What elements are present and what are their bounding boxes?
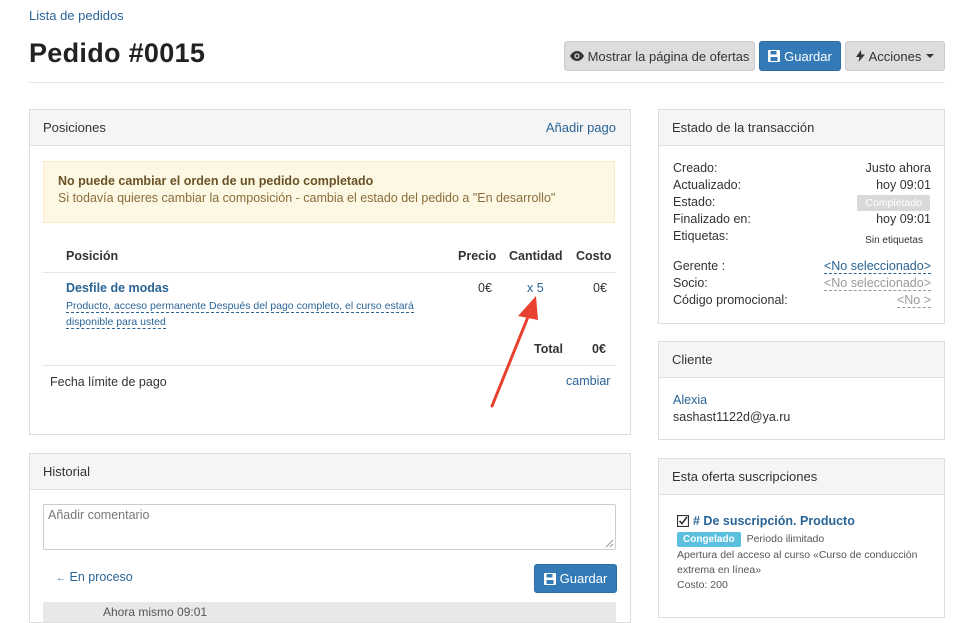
annotation-arrow-icon bbox=[490, 296, 538, 408]
transaction-panel-header: Estado de la transacción bbox=[659, 110, 944, 146]
item-description: Producto, acceso permanente Después del … bbox=[66, 298, 414, 330]
caret-down-icon bbox=[926, 54, 935, 58]
comment-save-button[interactable]: Guardar bbox=[534, 564, 617, 593]
promo-code-select[interactable]: <No > bbox=[896, 293, 931, 308]
item-description-line1: Producto, acceso permanente Después del … bbox=[66, 300, 414, 313]
alert-title: No puede cambiar el orden de un pedido c… bbox=[58, 174, 374, 188]
floppy-icon bbox=[768, 50, 781, 62]
subscription-desc-line2: extrema en línea» bbox=[677, 564, 762, 576]
status-label: Estado: bbox=[673, 195, 716, 209]
client-panel-header: Cliente bbox=[659, 342, 944, 378]
page-title: Pedido #0015 bbox=[29, 38, 206, 68]
item-cost: 0€ bbox=[593, 281, 607, 295]
status-badge: Completado bbox=[857, 195, 930, 211]
status-in-progress-link[interactable]: ← En proceso bbox=[56, 570, 133, 584]
history-title: Historial bbox=[43, 464, 90, 479]
checkbox-checked-icon bbox=[677, 515, 689, 527]
comment-input[interactable] bbox=[43, 504, 616, 550]
item-description-line2: disponible para usted bbox=[66, 316, 166, 329]
partner-label: Socio: bbox=[673, 276, 708, 290]
positions-title: Posiciones bbox=[43, 120, 106, 135]
show-offer-page-label: Mostrar la página de ofertas bbox=[587, 48, 750, 64]
completed-order-alert: No puede cambiar el orden de un pedido c… bbox=[43, 161, 615, 223]
client-panel: Cliente Alexia sashast1122d@ya.ru bbox=[658, 341, 945, 440]
column-header-quantity: Cantidad bbox=[509, 249, 563, 263]
arrow-left-icon: ← bbox=[56, 573, 66, 584]
tags-label: Etiquetas: bbox=[673, 229, 729, 243]
actions-dropdown-button[interactable]: Acciones bbox=[845, 41, 945, 71]
item-name-link[interactable]: Desfile de modas bbox=[66, 281, 169, 295]
transaction-status-panel: Estado de la transacción Creado: Justo a… bbox=[658, 109, 945, 324]
frozen-badge: Congelado bbox=[677, 532, 741, 547]
finished-value: hoy 09:01 bbox=[876, 212, 931, 226]
save-button[interactable]: Guardar bbox=[759, 41, 841, 71]
tags-value[interactable]: Sin etiquetas bbox=[865, 235, 923, 246]
subscription-item-title: # De suscripción. Producto bbox=[693, 514, 855, 528]
history-entry-row: Ahora mismo 09:01 bbox=[43, 602, 616, 622]
history-panel-header: Historial bbox=[30, 454, 630, 490]
eye-icon bbox=[569, 51, 584, 61]
add-payment-link[interactable]: Añadir pago bbox=[546, 120, 616, 135]
show-offer-page-button[interactable]: Mostrar la página de ofertas bbox=[564, 41, 755, 71]
alert-text: Si todavía quieres cambiar la composició… bbox=[58, 191, 556, 205]
transaction-title: Estado de la transacción bbox=[672, 120, 815, 135]
subscription-period: Periodo ilimitado bbox=[746, 533, 825, 545]
status-in-progress-label: En proceso bbox=[69, 570, 133, 584]
created-value: Justo ahora bbox=[865, 161, 931, 175]
promo-code-label: Código promocional: bbox=[673, 293, 788, 307]
save-label: Guardar bbox=[784, 48, 832, 64]
updated-label: Actualizado: bbox=[673, 178, 742, 192]
subscriptions-title: Esta oferta suscripciones bbox=[672, 469, 818, 484]
floppy-icon bbox=[543, 572, 556, 585]
finished-label: Finalizado en: bbox=[673, 212, 751, 226]
due-date-label: Fecha límite de pago bbox=[50, 375, 167, 389]
subscription-description: Apertura del acceso al curso «Curso de c… bbox=[677, 548, 917, 593]
table-header-divider bbox=[43, 272, 616, 273]
positions-panel-header: Posiciones Añadir pago bbox=[30, 110, 630, 146]
column-header-price: Precio bbox=[458, 249, 497, 263]
column-header-cost: Costo bbox=[576, 249, 612, 263]
created-label: Creado: bbox=[673, 161, 718, 175]
manager-select[interactable]: <No seleccionado> bbox=[823, 259, 931, 274]
actions-label: Acciones bbox=[868, 48, 922, 64]
comment-save-label: Guardar bbox=[559, 571, 608, 586]
partner-select[interactable]: <No seleccionado> bbox=[823, 276, 931, 291]
updated-value: hoy 09:01 bbox=[876, 178, 931, 192]
history-panel: Historial ← En proceso Guardar Ahora mis… bbox=[29, 453, 631, 623]
history-entry-text: Ahora mismo 09:01 bbox=[103, 605, 208, 619]
column-header-position: Posición bbox=[66, 249, 119, 263]
client-title: Cliente bbox=[672, 352, 713, 367]
subscriptions-panel-header: Esta oferta suscripciones bbox=[659, 459, 944, 495]
breadcrumb-order-list[interactable]: Lista de pedidos bbox=[29, 8, 124, 23]
client-name-link[interactable]: Alexia bbox=[673, 393, 707, 407]
manager-label: Gerente : bbox=[673, 259, 726, 273]
header-divider bbox=[29, 82, 945, 83]
subscription-cost: Costo: 200 bbox=[677, 579, 728, 591]
bolt-icon bbox=[855, 50, 865, 62]
resize-handle-icon[interactable] bbox=[604, 538, 614, 548]
subscriptions-panel: Esta oferta suscripciones # De suscripci… bbox=[658, 458, 945, 618]
subscription-desc-line1: Apertura del acceso al curso «Curso de c… bbox=[677, 549, 918, 561]
subscription-item-link[interactable]: # De suscripción. Producto bbox=[677, 514, 855, 528]
total-value: 0€ bbox=[592, 342, 606, 356]
client-email: sashast1122d@ya.ru bbox=[673, 410, 791, 424]
change-due-date-link[interactable]: cambiar bbox=[566, 374, 610, 388]
subscription-meta: Congelado Periodo ilimitado bbox=[677, 532, 824, 547]
